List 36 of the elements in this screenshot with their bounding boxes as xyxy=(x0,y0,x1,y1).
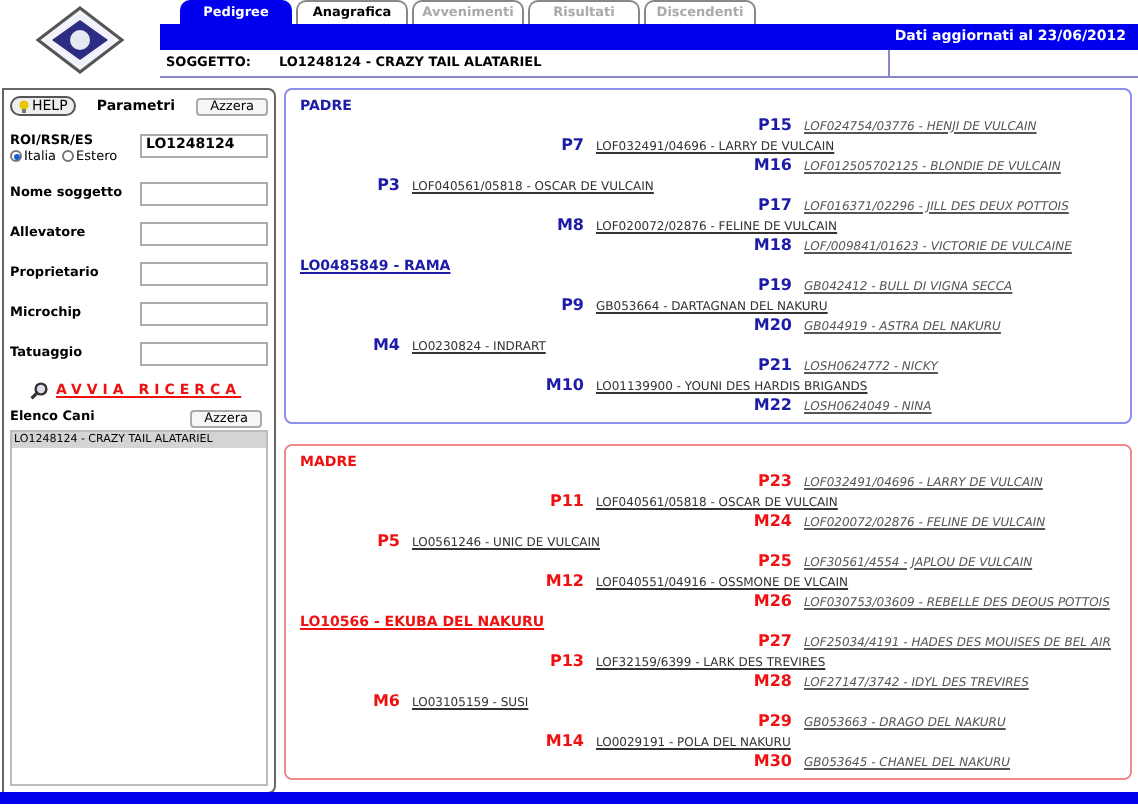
ancestor-code: P11 xyxy=(548,490,584,514)
ancestor-code: P27 xyxy=(756,630,792,654)
ancestor-code: M12 xyxy=(544,570,584,594)
ancestor-code: M24 xyxy=(752,510,792,534)
ancestor-code: M28 xyxy=(752,670,792,694)
input-field[interactable] xyxy=(140,302,268,327)
ancestor-code: P17 xyxy=(756,194,792,218)
ancestor-code: P19 xyxy=(756,274,792,298)
input-field[interactable] xyxy=(140,342,268,367)
ancestor-code: M10 xyxy=(544,374,584,398)
ancestor-code: M8 xyxy=(554,214,584,238)
search-icon xyxy=(30,382,48,400)
ancestor-code: M14 xyxy=(544,730,584,754)
ancestor-code: P3 xyxy=(375,174,400,198)
input-field[interactable] xyxy=(140,182,268,207)
ancestor-code: M26 xyxy=(752,590,792,614)
ancestor-code: P29 xyxy=(756,710,792,734)
ancestor-code: P23 xyxy=(756,470,792,494)
ancestor-code: M16 xyxy=(752,154,792,178)
ancestor-code: P7 xyxy=(559,134,584,158)
ancestor-code: P15 xyxy=(756,114,792,138)
input-field[interactable] xyxy=(140,262,268,287)
bulb-icon xyxy=(18,99,30,114)
input-field[interactable] xyxy=(140,222,268,247)
ancestor-code: M18 xyxy=(752,234,792,258)
ancestor-code: M20 xyxy=(752,314,792,338)
ancestor-code: P5 xyxy=(375,530,400,554)
ancestor-code: M22 xyxy=(752,394,792,418)
ancestor-code: M4 xyxy=(370,334,400,358)
ancestor-code: M6 xyxy=(370,690,400,714)
ancestor-code: P13 xyxy=(548,650,584,674)
ancestor-code: P25 xyxy=(756,550,792,574)
ancestor-code: M30 xyxy=(752,750,792,774)
ancestor-code: P9 xyxy=(559,294,584,318)
logo-icon xyxy=(30,4,130,76)
ancestor-code: P21 xyxy=(756,354,792,378)
